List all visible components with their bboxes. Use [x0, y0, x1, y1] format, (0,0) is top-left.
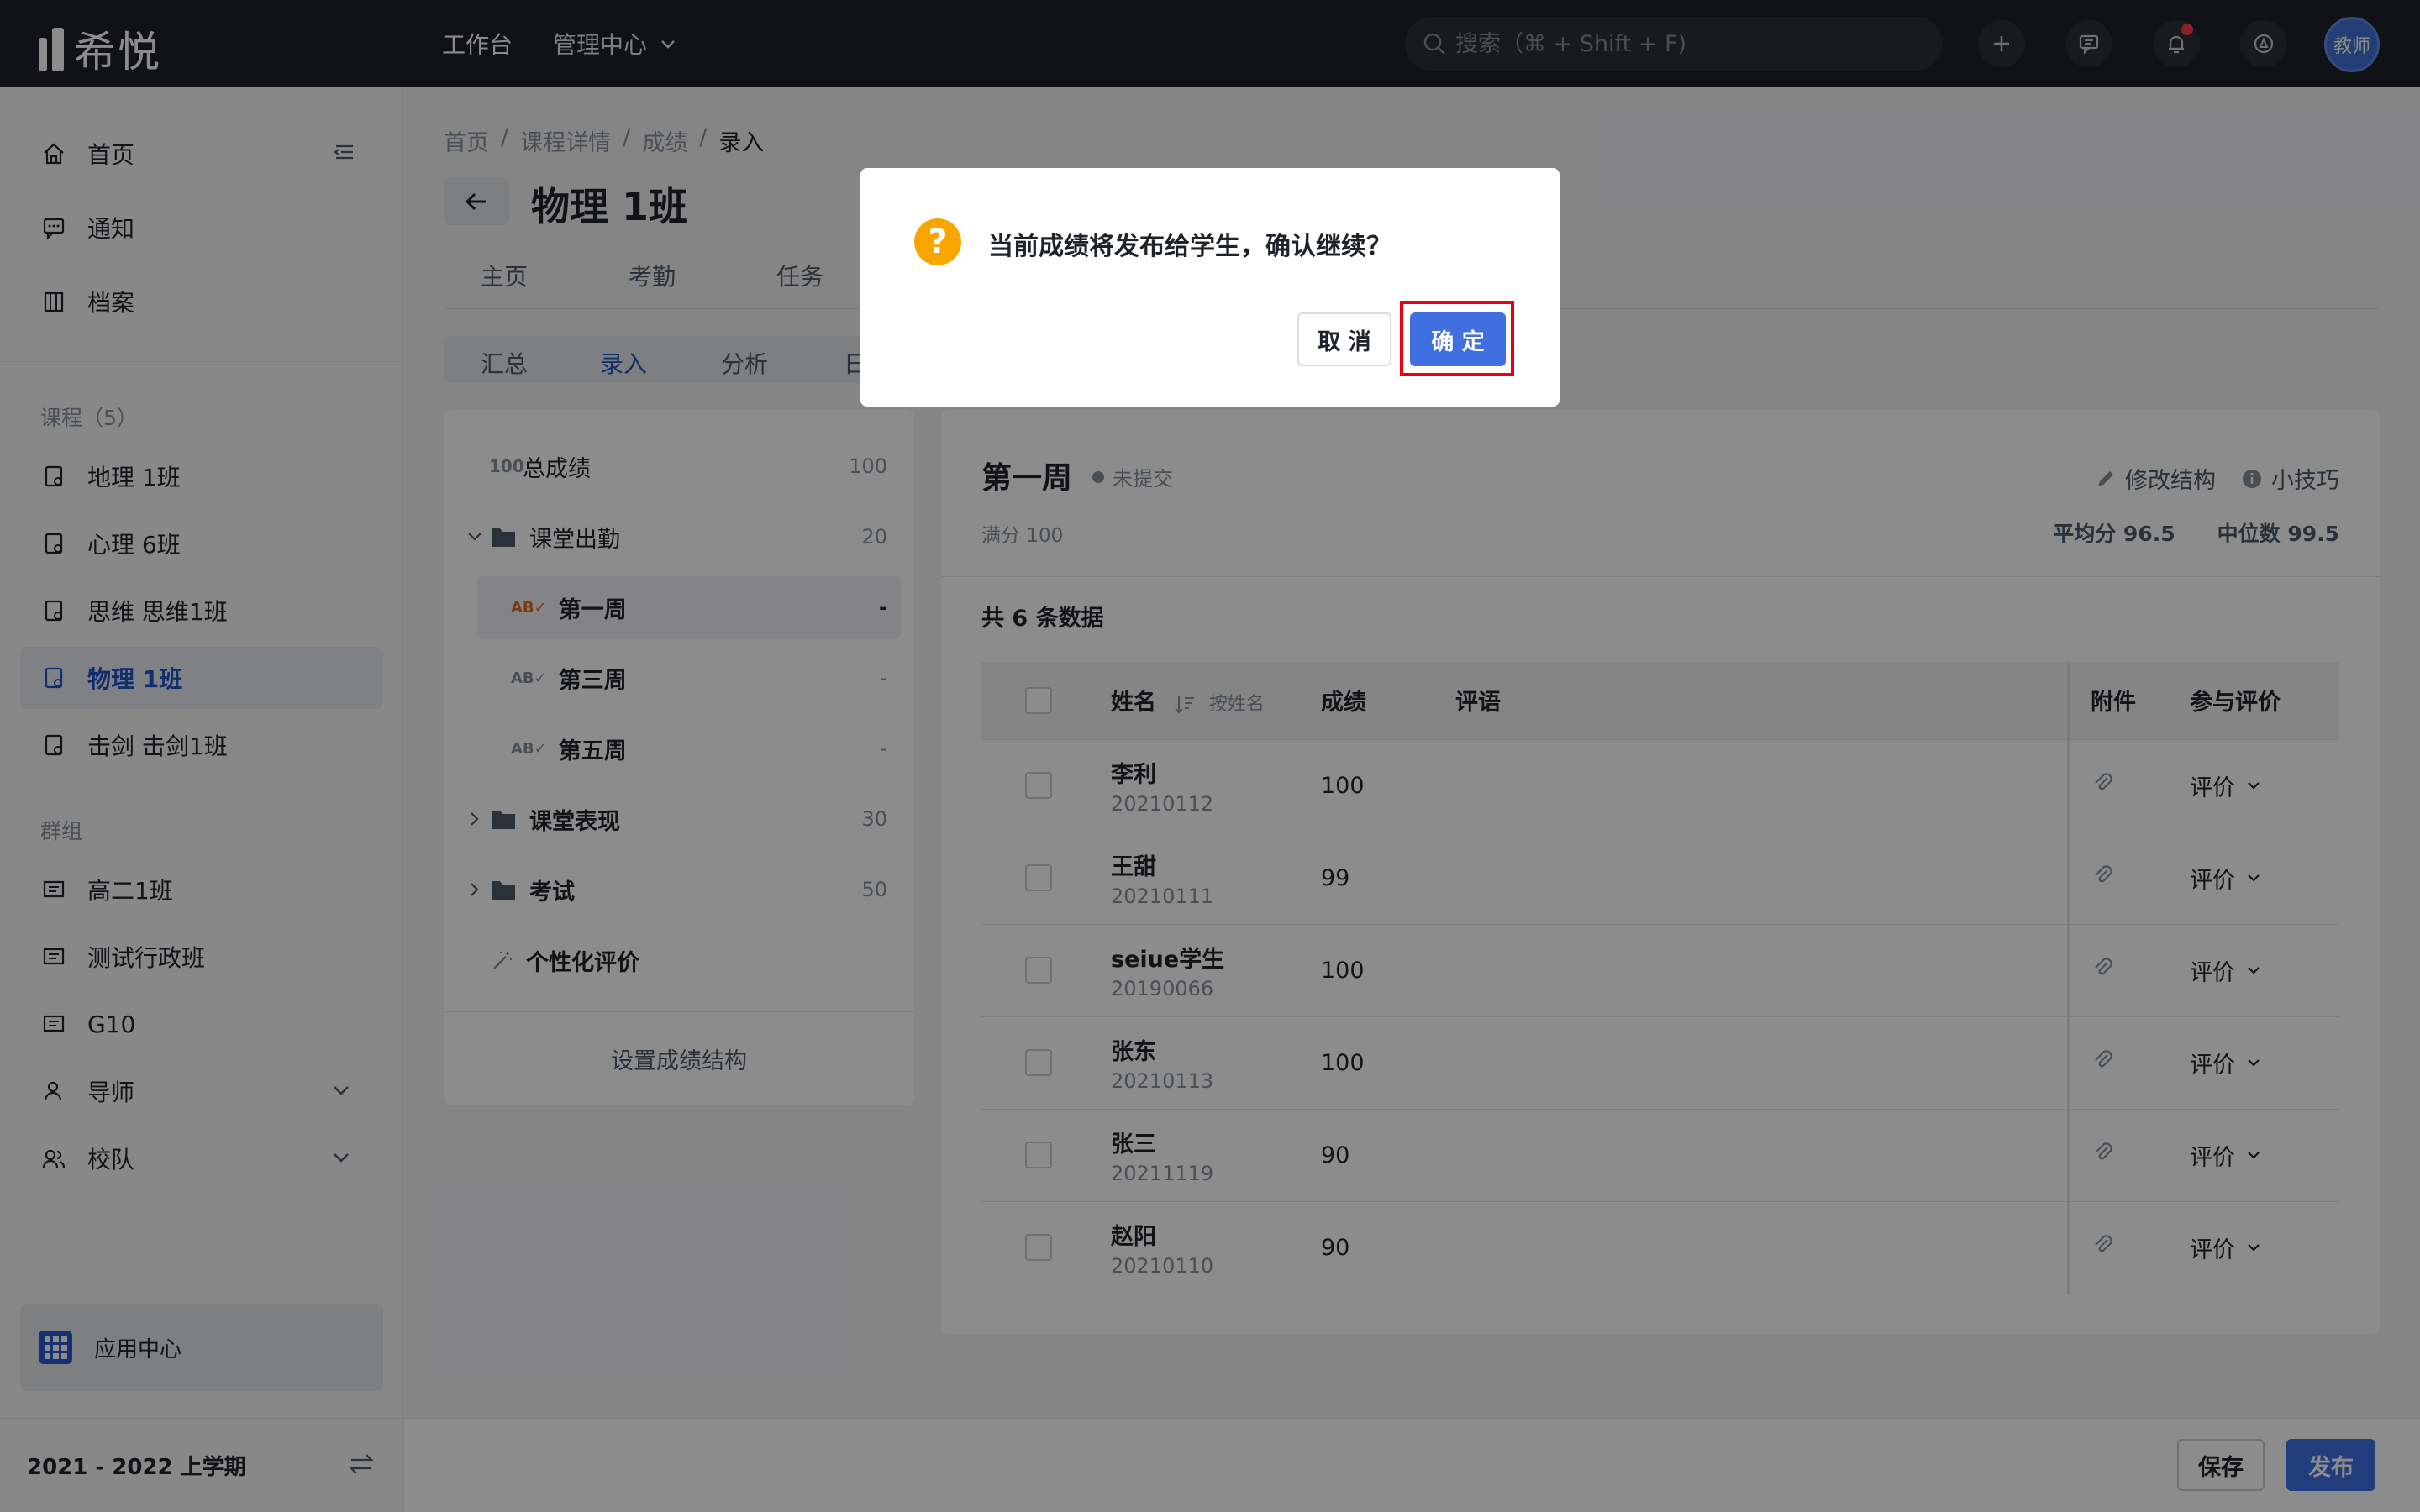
highlight-box: 确 定	[1400, 301, 1514, 376]
confirm-button[interactable]: 确 定	[1410, 312, 1506, 366]
confirm-message: 当前成绩将发布给学生，确认继续？	[988, 232, 1392, 261]
question-icon: ?	[914, 218, 961, 265]
confirm-dialog: ? 当前成绩将发布给学生，确认继续？ 取 消 确 定	[860, 168, 1560, 407]
cancel-button[interactable]: 取 消	[1297, 312, 1392, 366]
